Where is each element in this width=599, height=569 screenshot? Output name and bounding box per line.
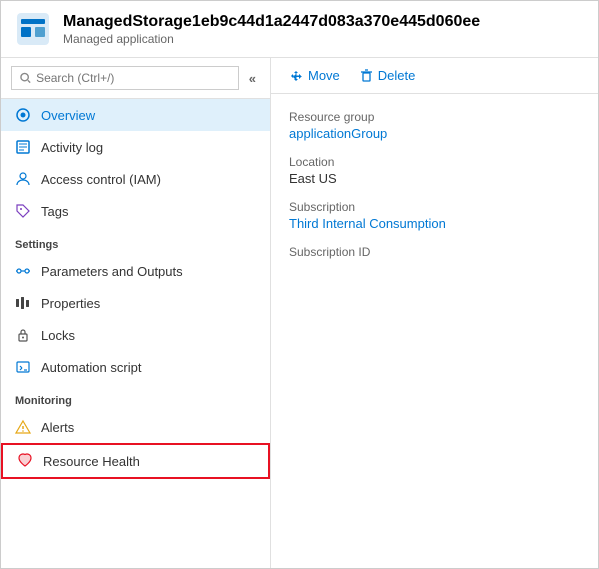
location-value: East US	[289, 171, 580, 186]
sidebar-item-resource-health[interactable]: Resource Health	[1, 443, 270, 479]
sidebar-label-locks: Locks	[41, 328, 75, 343]
monitoring-section: Monitoring Alerts Resource Heal	[1, 383, 270, 479]
location-label: Location	[289, 155, 580, 169]
sidebar-item-automation-script[interactable]: Automation script	[1, 351, 270, 383]
search-input-wrapper[interactable]	[11, 66, 239, 90]
sidebar-label-automation-script: Automation script	[41, 360, 141, 375]
toolbar: Move Delete	[271, 58, 598, 94]
automation-icon	[15, 359, 31, 375]
resource-health-icon	[17, 453, 33, 469]
subscription-row: Subscription Third Internal Consumption	[289, 200, 580, 231]
sidebar-item-tags[interactable]: Tags	[1, 195, 270, 227]
parameters-icon	[15, 263, 31, 279]
move-button[interactable]: Move	[289, 68, 340, 83]
move-label: Move	[308, 68, 340, 83]
sidebar-label-access-control: Access control (IAM)	[41, 172, 161, 187]
sidebar-item-parameters-outputs[interactable]: Parameters and Outputs	[1, 255, 270, 287]
resource-group-label: Resource group	[289, 110, 580, 124]
delete-label: Delete	[378, 68, 416, 83]
content-area: Move Delete Resource group applicationGr…	[271, 58, 598, 568]
sidebar-item-overview[interactable]: Overview	[1, 99, 270, 131]
subscription-id-row: Subscription ID	[289, 245, 580, 261]
subscription-id-label: Subscription ID	[289, 245, 580, 259]
search-input[interactable]	[36, 71, 230, 85]
sidebar-label-activity-log: Activity log	[41, 140, 103, 155]
tags-icon	[15, 203, 31, 219]
subscription-value[interactable]: Third Internal Consumption	[289, 216, 580, 231]
resource-group-row: Resource group applicationGroup	[289, 110, 580, 141]
alerts-icon	[15, 419, 31, 435]
collapse-button[interactable]: «	[245, 69, 260, 88]
sidebar: « Overview	[1, 58, 271, 568]
info-section: Resource group applicationGroup Location…	[271, 94, 598, 277]
resource-group-value[interactable]: applicationGroup	[289, 126, 580, 141]
delete-button[interactable]: Delete	[360, 68, 416, 83]
sidebar-item-locks[interactable]: Locks	[1, 319, 270, 351]
sidebar-item-access-control[interactable]: Access control (IAM)	[1, 163, 270, 195]
sidebar-item-activity-log[interactable]: Activity log	[1, 131, 270, 163]
activity-log-icon	[15, 139, 31, 155]
properties-icon	[15, 295, 31, 311]
main-layout: « Overview	[1, 58, 598, 568]
settings-section-label: Settings	[1, 227, 270, 255]
sidebar-item-properties[interactable]: Properties	[1, 287, 270, 319]
app-icon	[15, 11, 51, 47]
sidebar-label-resource-health: Resource Health	[43, 454, 140, 469]
sidebar-label-tags: Tags	[41, 204, 68, 219]
location-row: Location East US	[289, 155, 580, 186]
nav-top: Overview Activity log	[1, 99, 270, 227]
app-subtitle: Managed application	[63, 32, 480, 46]
sidebar-label-parameters-outputs: Parameters and Outputs	[41, 264, 183, 279]
sidebar-label-alerts: Alerts	[41, 420, 74, 435]
sidebar-label-overview: Overview	[41, 108, 95, 123]
search-bar: «	[1, 58, 270, 99]
settings-section: Settings Parameters and Outputs	[1, 227, 270, 383]
monitoring-section-label: Monitoring	[1, 383, 270, 411]
search-icon	[20, 72, 31, 84]
app-title: ManagedStorage1eb9c44d1a2447d083a370e445…	[63, 12, 480, 31]
move-icon	[289, 69, 303, 83]
locks-icon	[15, 327, 31, 343]
header-text: ManagedStorage1eb9c44d1a2447d083a370e445…	[63, 12, 480, 45]
access-control-icon	[15, 171, 31, 187]
subscription-label: Subscription	[289, 200, 580, 214]
sidebar-label-properties: Properties	[41, 296, 100, 311]
sidebar-item-alerts[interactable]: Alerts	[1, 411, 270, 443]
app-header: ManagedStorage1eb9c44d1a2447d083a370e445…	[1, 1, 598, 58]
overview-icon	[15, 107, 31, 123]
delete-icon	[360, 69, 373, 82]
